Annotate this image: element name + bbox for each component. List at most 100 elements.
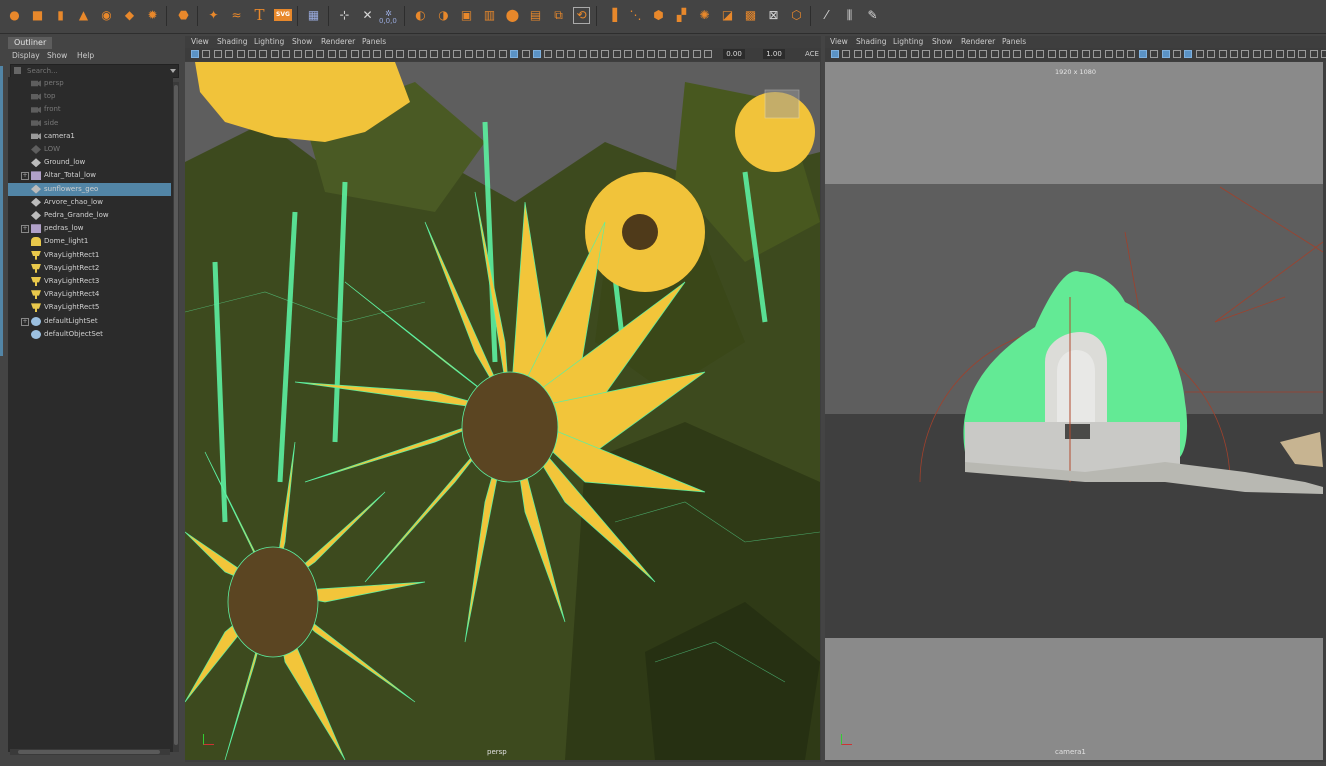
viewport-tool-icon[interactable] bbox=[1116, 50, 1124, 58]
outliner-row[interactable]: top bbox=[8, 90, 171, 103]
viewport-tool-icon[interactable] bbox=[1207, 50, 1216, 58]
gear-icon[interactable]: ✹ bbox=[144, 7, 161, 24]
viewport-tool-icon[interactable] bbox=[339, 50, 348, 58]
menu-display[interactable]: Display bbox=[12, 49, 40, 62]
outliner-row[interactable]: Dome_light1 bbox=[8, 235, 171, 248]
viewport-tool-icon[interactable] bbox=[373, 50, 382, 58]
viewport-tool-icon[interactable] bbox=[293, 50, 302, 58]
camera1-scene-view[interactable]: 1920 x 1080 camera1 bbox=[825, 62, 1323, 760]
viewport-tool-icon[interactable] bbox=[1252, 50, 1261, 58]
svg-tool-icon[interactable]: SVG bbox=[274, 9, 292, 21]
viewport-tool-icon[interactable] bbox=[1230, 50, 1238, 58]
viewport-tool-icon[interactable] bbox=[1264, 50, 1273, 58]
outliner-row[interactable]: sunflowers_geo bbox=[8, 182, 171, 196]
viewport-tool-icon[interactable] bbox=[510, 50, 519, 58]
cluster-icon[interactable]: ⊠ bbox=[765, 7, 782, 24]
persp-scene-view[interactable]: persp bbox=[185, 62, 820, 760]
viewport-tool-icon[interactable] bbox=[487, 50, 496, 58]
viewport-tool-icon[interactable] bbox=[990, 50, 999, 58]
viewport-tool-icon[interactable] bbox=[282, 50, 291, 58]
viewport-tool-icon[interactable] bbox=[350, 50, 359, 58]
viewport-tool-icon[interactable] bbox=[956, 50, 965, 58]
viewport-tool-icon[interactable] bbox=[213, 50, 222, 58]
cylinder-icon[interactable]: ▮ bbox=[52, 7, 69, 24]
outliner-row[interactable]: Ground_low bbox=[8, 156, 171, 169]
viewport-tool-icon[interactable] bbox=[362, 50, 370, 58]
viewport-tool-icon[interactable] bbox=[1024, 50, 1033, 58]
viewport-tool-icon[interactable] bbox=[1275, 50, 1284, 58]
viewport-tool-icon[interactable] bbox=[933, 50, 942, 58]
viewport-tool-icon[interactable] bbox=[419, 50, 427, 58]
menu-view[interactable]: View bbox=[830, 36, 848, 48]
menu-show[interactable]: Show bbox=[932, 36, 952, 48]
menu-shading[interactable]: Shading bbox=[217, 36, 247, 48]
viewport-tool-icon[interactable] bbox=[305, 50, 313, 58]
outliner-row[interactable]: defaultObjectSet bbox=[8, 328, 171, 341]
viewport-tool-icon[interactable] bbox=[647, 50, 655, 58]
viewport-tool-icon[interactable] bbox=[1195, 50, 1204, 58]
menu-renderer[interactable]: Renderer bbox=[321, 36, 355, 48]
menu-show[interactable]: Show bbox=[47, 49, 67, 62]
gamma-field[interactable]: 1.00 bbox=[763, 49, 785, 59]
viewport-tool-icon[interactable] bbox=[316, 50, 325, 58]
uv-grid-icon[interactable]: ▦ bbox=[305, 7, 322, 24]
viewport-tool-icon[interactable] bbox=[910, 50, 919, 58]
expand-toggle-icon[interactable]: + bbox=[21, 172, 29, 181]
viewport-tool-icon[interactable] bbox=[1127, 50, 1136, 58]
viewport-tool-icon[interactable] bbox=[1309, 50, 1318, 58]
viewport-tool-icon[interactable] bbox=[1138, 50, 1147, 58]
viewport-tool-icon[interactable] bbox=[876, 50, 885, 58]
viewport-tool-icon[interactable] bbox=[704, 50, 712, 58]
viewport-tool-icon[interactable] bbox=[658, 50, 667, 58]
expand-toggle-icon[interactable]: + bbox=[21, 225, 29, 234]
torus-icon[interactable]: ◉ bbox=[98, 7, 115, 24]
knife-icon[interactable]: ◪ bbox=[719, 7, 736, 24]
text-tool-icon[interactable]: T bbox=[251, 7, 268, 24]
freeze-transforms-icon[interactable]: ✕ bbox=[359, 7, 376, 24]
outliner-row[interactable]: camera1 bbox=[8, 130, 171, 143]
viewport-tool-icon[interactable] bbox=[1287, 50, 1295, 58]
viewport-tool-icon[interactable] bbox=[384, 50, 393, 58]
menu-panels[interactable]: Panels bbox=[1002, 36, 1026, 48]
viewport-tool-icon[interactable] bbox=[544, 50, 553, 58]
bridge-icon[interactable]: ▥ bbox=[481, 7, 498, 24]
menu-shading[interactable]: Shading bbox=[856, 36, 886, 48]
multi-cut-icon[interactable]: ✺ bbox=[696, 7, 713, 24]
viewport-tool-icon[interactable] bbox=[464, 50, 473, 58]
viewport-tool-icon[interactable] bbox=[967, 50, 976, 58]
viewport-tool-icon[interactable] bbox=[191, 50, 199, 58]
mirror-icon[interactable]: ⟲ bbox=[573, 7, 590, 24]
ruler-icon[interactable]: ⁄ bbox=[818, 7, 835, 24]
fill-hole-icon[interactable]: ▤ bbox=[527, 7, 544, 24]
viewport-tool-icon[interactable] bbox=[899, 50, 908, 58]
viewport-tool-icon[interactable] bbox=[1241, 50, 1250, 58]
viewport-tool-icon[interactable] bbox=[635, 50, 644, 58]
combine-icon[interactable]: ◐ bbox=[412, 7, 429, 24]
smooth-icon[interactable]: ⧉ bbox=[550, 7, 567, 24]
outliner-row[interactable]: VRayLightRect5 bbox=[8, 301, 171, 314]
viewport-tool-icon[interactable] bbox=[498, 50, 507, 58]
bend-icon[interactable]: ⋱ bbox=[627, 7, 644, 24]
menu-show[interactable]: Show bbox=[292, 36, 312, 48]
outliner-row[interactable]: VRayLightRect3 bbox=[8, 275, 171, 288]
viewport-tool-icon[interactable] bbox=[1104, 50, 1113, 58]
viewport-tool-icon[interactable] bbox=[831, 50, 839, 58]
outliner-row[interactable]: VRayLightRect2 bbox=[8, 262, 171, 275]
outliner-row[interactable]: + pedras_low bbox=[8, 222, 171, 235]
search-input[interactable] bbox=[27, 65, 162, 77]
viewport-tool-icon[interactable] bbox=[578, 50, 587, 58]
expand-toggle-icon[interactable]: + bbox=[21, 317, 29, 326]
outliner-horizontal-scrollbar[interactable] bbox=[10, 749, 170, 755]
viewport-tool-icon[interactable] bbox=[1081, 50, 1090, 58]
viewport-tool-icon[interactable] bbox=[842, 50, 851, 58]
viewport-tool-icon[interactable] bbox=[1013, 50, 1022, 58]
exposure-field[interactable]: 0.00 bbox=[723, 49, 745, 59]
outliner-row[interactable]: side bbox=[8, 117, 171, 130]
outliner-row[interactable]: + Altar_Total_low bbox=[8, 169, 171, 182]
viewport-tool-icon[interactable] bbox=[430, 50, 439, 58]
menu-panels[interactable]: Panels bbox=[362, 36, 386, 48]
lattice-icon[interactable]: ▩ bbox=[742, 7, 759, 24]
viewport-tool-icon[interactable] bbox=[327, 50, 336, 58]
outliner-row[interactable]: front bbox=[8, 103, 171, 116]
menu-view[interactable]: View bbox=[191, 36, 209, 48]
